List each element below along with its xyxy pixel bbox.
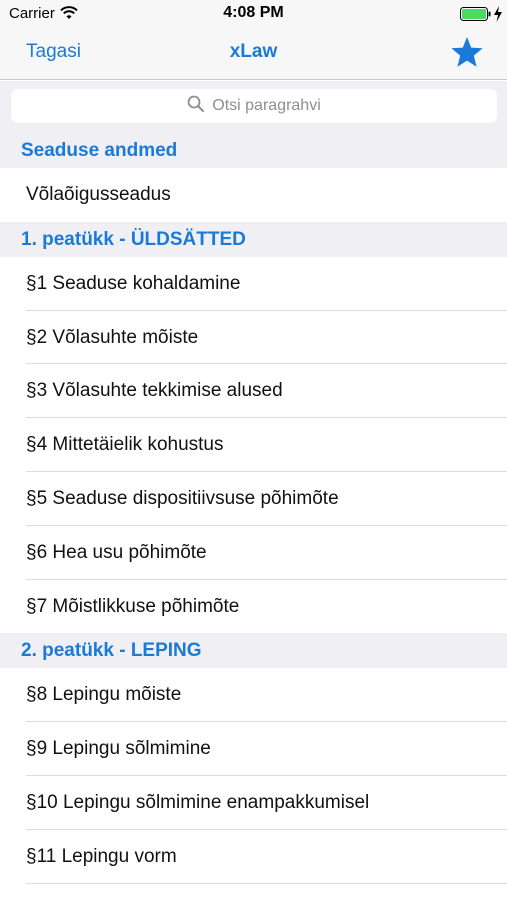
list-item[interactable]: §10 Lepingu sõlmimine enampakkumisel: [0, 775, 507, 830]
list-item[interactable]: §9 Lepingu sõlmimine: [0, 722, 507, 776]
back-button[interactable]: Tagasi: [26, 41, 81, 63]
list-item-label: §4 Mittetäielik kohustus: [26, 434, 224, 456]
search-input[interactable]: Otsi paragrahvi: [11, 89, 497, 123]
list-item[interactable]: §2 Võlasuhte mõiste: [0, 310, 507, 365]
list-item-label: §9 Lepingu sõlmimine: [26, 738, 211, 760]
row-separator: [26, 882, 507, 884]
list-item-label: §3 Võlasuhte tekkimise alused: [26, 380, 283, 402]
section-header: 1. peatükk - ÜLDSÄTTED: [0, 221, 507, 257]
battery-full-icon: [460, 7, 492, 26]
search-placeholder: Otsi paragrahvi: [212, 97, 321, 114]
status-time: 4:08 PM: [223, 4, 284, 21]
list-item[interactable]: §7 Mõistlikkuse põhimõte: [0, 579, 507, 634]
list-item-label: §2 Võlasuhte mõiste: [26, 326, 199, 348]
paragraph-list: Seaduse andmed Võlaõigusseadus 1. peatük…: [0, 133, 507, 884]
navigation-bar: Tagasi xLaw: [0, 28, 507, 80]
section-header: 2. peatükk - LEPING: [0, 633, 507, 669]
search-icon: [187, 95, 205, 117]
list-item-label: §11 Lepingu vorm: [26, 845, 177, 867]
list-item-label: Võlaõigusseadus: [26, 184, 171, 205]
list-item[interactable]: §11 Lepingu vorm: [0, 829, 507, 884]
list-item[interactable]: §5 Seaduse dispositiivsuse põhimõte: [0, 471, 507, 526]
list-item-label: §1 Seaduse kohaldamine: [26, 272, 241, 294]
list-item[interactable]: Võlaõigusseadus: [0, 168, 507, 222]
list-item-label: §5 Seaduse dispositiivsuse põhimõte: [26, 487, 339, 509]
search-bar: Otsi paragrahvi: [0, 81, 507, 133]
bolt-icon: [493, 6, 503, 27]
status-bar: Carrier 4:08 PM: [0, 0, 507, 28]
list-item[interactable]: §3 Võlasuhte tekkimise alused: [0, 364, 507, 419]
list-item-label: §8 Lepingu mõiste: [26, 684, 182, 706]
section-header: Seaduse andmed: [0, 133, 507, 168]
list-item[interactable]: §8 Lepingu mõiste: [0, 668, 507, 723]
list-item-label: §10 Lepingu sõlmimine enampakkumisel: [26, 791, 370, 813]
list-item[interactable]: §1 Seaduse kohaldamine: [0, 256, 507, 311]
star-icon[interactable]: [450, 36, 484, 73]
list-item[interactable]: §4 Mittetäielik kohustus: [0, 418, 507, 472]
list-item-label: §7 Mõistlikkuse põhimõte: [26, 595, 240, 617]
list-item[interactable]: §6 Hea usu põhimõte: [0, 525, 507, 580]
list-item-label: §6 Hea usu põhimõte: [26, 541, 207, 563]
